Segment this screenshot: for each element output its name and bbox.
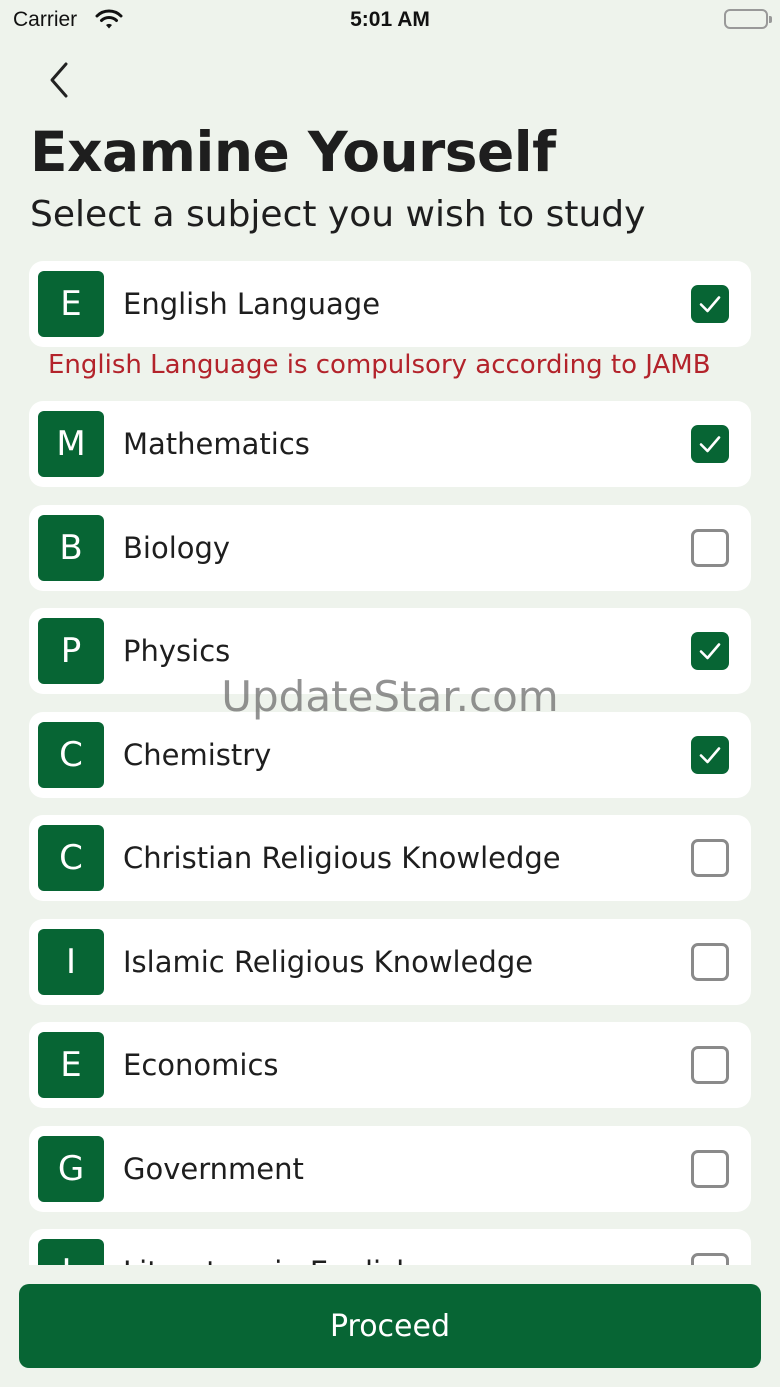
subject-checkbox[interactable] xyxy=(691,1046,729,1084)
subject-checkbox[interactable] xyxy=(691,839,729,877)
back-button[interactable] xyxy=(38,58,82,102)
subject-name: Literature in English xyxy=(123,1229,415,1265)
subject-initial-badge: M xyxy=(38,411,104,477)
subject-row-government[interactable]: G Government xyxy=(29,1126,751,1212)
subject-name: Christian Religious Knowledge xyxy=(123,841,561,875)
subject-row-economics[interactable]: E Economics xyxy=(29,1022,751,1108)
subject-initial-badge: I xyxy=(38,929,104,995)
page-subtitle: Select a subject you wish to study xyxy=(30,194,646,235)
compulsory-note: English Language is compulsory according… xyxy=(48,350,711,380)
subject-initial-badge: E xyxy=(38,1032,104,1098)
subject-checkbox[interactable] xyxy=(691,1150,729,1188)
proceed-button[interactable]: Proceed xyxy=(19,1284,761,1368)
checkmark-icon xyxy=(699,747,721,764)
subject-checkbox[interactable] xyxy=(691,632,729,670)
subject-name: Islamic Religious Knowledge xyxy=(123,945,534,979)
subject-row-islamic-religious-knowledge[interactable]: I Islamic Religious Knowledge xyxy=(29,919,751,1005)
subject-initial-badge: L xyxy=(38,1239,104,1265)
subject-row-english-language[interactable]: E English Language xyxy=(29,261,751,347)
subject-name: Biology xyxy=(123,531,231,565)
subject-initial-badge: B xyxy=(38,515,104,581)
status-bar: Carrier 5:01 AM xyxy=(0,0,780,40)
subject-row-literature-in-english[interactable]: L Literature in English xyxy=(29,1229,751,1265)
checkmark-icon xyxy=(699,296,721,313)
battery-icon xyxy=(724,9,772,29)
subject-row-physics[interactable]: P Physics xyxy=(29,608,751,694)
status-time: 5:01 AM xyxy=(350,8,430,31)
subject-row-mathematics[interactable]: M Mathematics xyxy=(29,401,751,487)
subject-checkbox[interactable] xyxy=(691,1253,729,1265)
chevron-left-icon xyxy=(50,62,68,98)
subject-initial-badge: C xyxy=(38,825,104,891)
subject-name: Government xyxy=(123,1152,304,1186)
subject-list[interactable]: E English Language English Language is c… xyxy=(0,258,780,1265)
subject-checkbox[interactable] xyxy=(691,425,729,463)
subject-name: English Language xyxy=(123,287,381,321)
subject-row-biology[interactable]: B Biology xyxy=(29,505,751,591)
subject-name: Mathematics xyxy=(123,427,310,461)
checkmark-icon xyxy=(699,436,721,453)
subject-initial-badge: G xyxy=(38,1136,104,1202)
subject-name: Chemistry xyxy=(123,738,272,772)
subject-name: Economics xyxy=(123,1048,279,1082)
subject-row-chemistry[interactable]: C Chemistry xyxy=(29,712,751,798)
subject-checkbox[interactable] xyxy=(691,285,729,323)
subject-checkbox[interactable] xyxy=(691,529,729,567)
page-title: Examine Yourself xyxy=(30,120,556,184)
subject-initial-badge: C xyxy=(38,722,104,788)
subject-name: Physics xyxy=(123,634,231,668)
checkmark-icon xyxy=(699,643,721,660)
subject-checkbox[interactable] xyxy=(691,943,729,981)
subject-initial-badge: E xyxy=(38,271,104,337)
subject-initial-badge: P xyxy=(38,618,104,684)
subject-row-christian-religious-knowledge[interactable]: C Christian Religious Knowledge xyxy=(29,815,751,901)
subject-checkbox[interactable] xyxy=(691,736,729,774)
